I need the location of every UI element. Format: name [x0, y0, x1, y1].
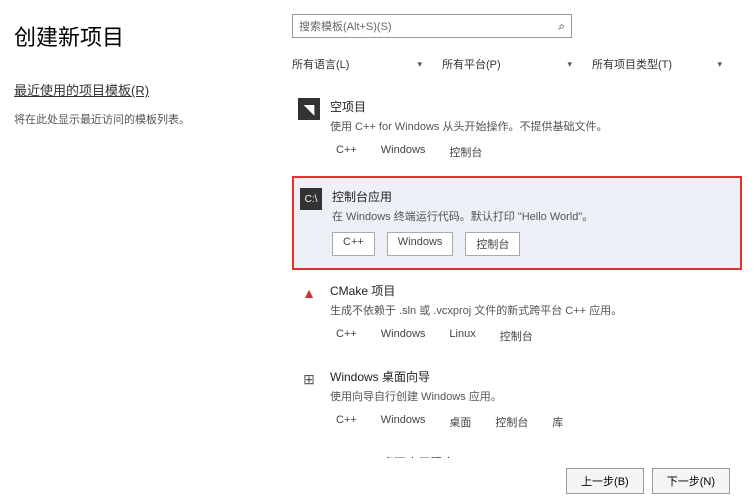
chevron-down-icon: ▾ [417, 59, 422, 70]
template-tag: C++ [330, 142, 363, 162]
template-title: 空项目 [330, 98, 726, 115]
template-item[interactable]: ❐ Windows 桌面应用程序 具有在 Windows 上运行的图形用户界面的… [292, 446, 742, 458]
template-tag: C++ [330, 412, 363, 432]
template-tag: 控制台 [465, 232, 520, 256]
cmake-icon: ▲ [298, 282, 320, 304]
page-title: 创建新项目 [14, 20, 272, 52]
back-button[interactable]: 上一步(B) [566, 468, 644, 494]
filter-project-type[interactable]: 所有项目类型(T) ▾ [592, 56, 742, 72]
next-button[interactable]: 下一步(N) [652, 468, 730, 494]
template-tag: Windows [375, 142, 432, 162]
template-tag: C++ [330, 326, 363, 346]
search-placeholder: 搜索模板(Alt+S)(S) [299, 18, 392, 34]
right-panel: 搜索模板(Alt+S)(S) ⌕ 所有语言(L) ▾ 所有平台(P) ▾ 所有项… [292, 0, 756, 504]
template-description: 在 Windows 终端运行代码。默认打印 "Hello World"。 [332, 208, 724, 224]
template-item[interactable]: ⊞ Windows 桌面向导 使用向导自行创建 Windows 应用。 C++ W… [292, 360, 742, 442]
template-tags: C++ Windows 控制台 [332, 232, 724, 256]
template-tag: 控制台 [494, 326, 539, 346]
template-tags: C++ Windows 桌面控制台库 [330, 412, 726, 432]
template-tag: Windows [387, 232, 454, 256]
template-tag: 控制台 [443, 142, 488, 162]
left-panel: 创建新项目 最近使用的项目模板(R) 将在此处显示最近访问的模板列表。 [0, 0, 292, 504]
filter-language[interactable]: 所有语言(L) ▾ [292, 56, 442, 72]
template-item[interactable]: ◥ 空项目 使用 C++ for Windows 从头开始操作。不提供基础文件。… [292, 90, 742, 172]
template-tag: Windows [375, 412, 432, 432]
chevron-down-icon: ▾ [567, 59, 572, 70]
console-icon: C:\ [300, 188, 322, 210]
template-tag: 桌面 [443, 412, 477, 432]
template-tag: 控制台 [489, 412, 534, 432]
template-item[interactable]: C:\ 控制台应用 在 Windows 终端运行代码。默认打印 "Hello W… [292, 176, 742, 270]
recent-templates-note: 将在此处显示最近访问的模板列表。 [14, 111, 272, 127]
template-title: CMake 项目 [330, 282, 726, 299]
template-item[interactable]: ▲ CMake 项目 生成不依赖于 .sln 或 .vcxproj 文件的新式跨… [292, 274, 742, 356]
chevron-down-icon: ▾ [717, 59, 722, 70]
template-tag: 库 [546, 412, 569, 432]
template-tags: C++ Windows Linux 控制台 [330, 326, 726, 346]
wizard-icon: ⊞ [298, 368, 320, 390]
template-tag: C++ [332, 232, 375, 256]
template-tag: Windows [375, 326, 432, 346]
filter-platform[interactable]: 所有平台(P) ▾ [442, 56, 592, 72]
template-tag: Linux [443, 326, 481, 346]
search-input[interactable]: 搜索模板(Alt+S)(S) ⌕ [292, 14, 572, 38]
template-description: 使用向导自行创建 Windows 应用。 [330, 388, 726, 404]
template-tags: C++ Windows 控制台 [330, 142, 726, 162]
empty-project-icon: ◥ [298, 98, 320, 120]
template-title: Windows 桌面向导 [330, 368, 726, 385]
template-description: 使用 C++ for Windows 从头开始操作。不提供基础文件。 [330, 118, 726, 134]
recent-templates-heading[interactable]: 最近使用的项目模板(R) [14, 80, 272, 99]
search-icon[interactable]: ⌕ [558, 19, 565, 34]
template-description: 生成不依赖于 .sln 或 .vcxproj 文件的新式跨平台 C++ 应用。 [330, 302, 726, 318]
footer: 上一步(B) 下一步(N) [292, 458, 742, 504]
template-title: 控制台应用 [332, 188, 724, 205]
template-list: ◥ 空项目 使用 C++ for Windows 从头开始操作。不提供基础文件。… [292, 90, 742, 458]
